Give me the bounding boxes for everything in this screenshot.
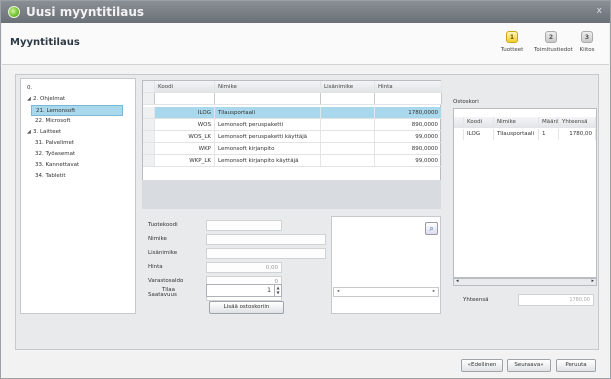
label-order-qty: Tilaa xyxy=(162,287,175,293)
product-code-field[interactable] xyxy=(206,220,282,231)
table-row[interactable]: WKP Lemonsoft kirjanpito 890,0000 xyxy=(143,143,442,155)
step-badge: 3 xyxy=(581,31,593,43)
extra-name-field[interactable] xyxy=(206,248,326,259)
price-field: 0,00 xyxy=(206,262,282,273)
filter-input[interactable] xyxy=(215,93,321,104)
column-header[interactable]: Koodi xyxy=(464,117,494,128)
step-thanks[interactable]: 3 Kiitos xyxy=(570,31,604,53)
cart-header: Koodi Nimike Määrä Yhteensä xyxy=(454,117,596,128)
cancel-button[interactable]: Peruuta xyxy=(556,359,596,372)
label-stock: Varastosaldo xyxy=(148,278,184,284)
step-badge: 1 xyxy=(506,31,518,43)
column-header[interactable]: Määrä xyxy=(539,117,559,128)
step-label: Toimitustiedot xyxy=(534,47,573,53)
zoom-icon[interactable]: ⌕ xyxy=(425,222,438,235)
label-extra-name: Lisänimike xyxy=(148,250,178,256)
quantity-stepper[interactable]: 1 xyxy=(206,284,282,297)
tree-item[interactable]: 22. Microsoft xyxy=(21,116,135,127)
table-row[interactable]: WKP_LK Lemonsoft kirjanpito käyttäjä 99,… xyxy=(143,155,442,167)
tree-item[interactable]: ◢ 3. Laitteet xyxy=(21,127,135,138)
scroll-right-icon[interactable]: ▸ xyxy=(433,289,435,294)
table-row[interactable]: WOS_LK Lemonsoft peruspaketti käyttäjä 9… xyxy=(143,131,442,143)
add-to-cart-button[interactable]: Lisää ostoskoriin xyxy=(209,301,284,314)
grid-empty-area xyxy=(142,180,441,209)
scroll-left-icon[interactable]: ◂ xyxy=(337,289,339,294)
filter-input[interactable] xyxy=(155,93,215,104)
close-icon[interactable]: x xyxy=(597,6,602,16)
tree-item[interactable]: 34. Tabletit xyxy=(21,171,135,182)
total-label: Yhteensä xyxy=(463,297,489,303)
title-bar: Uusi myyntitilaus x xyxy=(1,1,610,23)
tree-item[interactable]: 32. Työasemat xyxy=(21,149,135,160)
tree-item[interactable]: 33. Kannettavat xyxy=(21,160,135,171)
tree-item-selected[interactable]: 21. Lemonsoft xyxy=(31,105,123,116)
previous-button[interactable]: «Edellinen xyxy=(461,359,503,372)
step-label: Tuotteet xyxy=(500,47,524,53)
filter-input[interactable] xyxy=(321,93,375,104)
tree-item[interactable]: 0. xyxy=(21,83,135,94)
column-header[interactable]: Nimike xyxy=(215,81,321,92)
column-header[interactable]: Hinta xyxy=(375,81,442,92)
filter-row xyxy=(143,93,442,105)
window-title: Uusi myyntitilaus xyxy=(26,5,145,19)
tree-item[interactable]: 31. Palvelimet xyxy=(21,138,135,149)
page-header: Myyntitilaus 1 Tuotteet 2 Toimitustiedot… xyxy=(2,23,609,65)
table-row[interactable]: WOS Lemonsoft peruspaketti 890,0000 xyxy=(143,119,442,131)
step-label: Kiitos xyxy=(579,47,595,53)
step-badge: 2 xyxy=(545,31,557,43)
cart-row[interactable]: ILOG Tilausportaali 1 1780,00 xyxy=(454,129,596,140)
grid-header: Koodi Nimike Lisänimike Hinta xyxy=(143,81,442,93)
label-name: Nimike xyxy=(148,236,167,242)
column-header[interactable]: Nimike xyxy=(494,117,539,128)
label-product-code: Tuotekoodi xyxy=(148,222,178,228)
label-price: Hinta xyxy=(148,264,163,270)
cart-title: Ostoskori xyxy=(453,99,479,105)
column-header[interactable]: Koodi xyxy=(155,81,215,92)
name-field[interactable] xyxy=(206,234,326,245)
step-delivery[interactable]: 2 Toimitustiedot xyxy=(534,31,573,53)
step-products[interactable]: 1 Tuotteet xyxy=(495,31,529,53)
column-header[interactable]: Yhteensä xyxy=(559,117,596,128)
total-value: 1780,00 xyxy=(518,294,594,306)
next-button[interactable]: Seuraava» xyxy=(507,359,551,372)
tree-item[interactable]: ◢ 2. Ohjelmat xyxy=(21,94,135,105)
shopping-cart: Koodi Nimike Määrä Yhteensä ILOG Tilausp… xyxy=(453,108,597,278)
table-row[interactable]: ILOG Tilausportaali 1780,0000 xyxy=(143,107,442,119)
column-header[interactable]: Lisänimike xyxy=(321,81,375,92)
scroll-right-icon[interactable]: ▸ xyxy=(591,278,594,284)
category-tree: 0. ◢ 2. Ohjelmat 21. Lemonsoft 22. Micros… xyxy=(20,78,136,314)
cart-scrollbar[interactable]: ◂ ▸ xyxy=(453,278,597,286)
app-logo-icon xyxy=(8,6,20,18)
spinner-arrows-icon[interactable]: ▲ ▼ xyxy=(274,285,281,296)
filter-input[interactable] xyxy=(375,93,442,104)
image-scrollbar[interactable]: ◂ ▸ xyxy=(333,287,439,297)
scroll-left-icon[interactable]: ◂ xyxy=(456,278,459,284)
page-title: Myyntitilaus xyxy=(10,37,80,48)
